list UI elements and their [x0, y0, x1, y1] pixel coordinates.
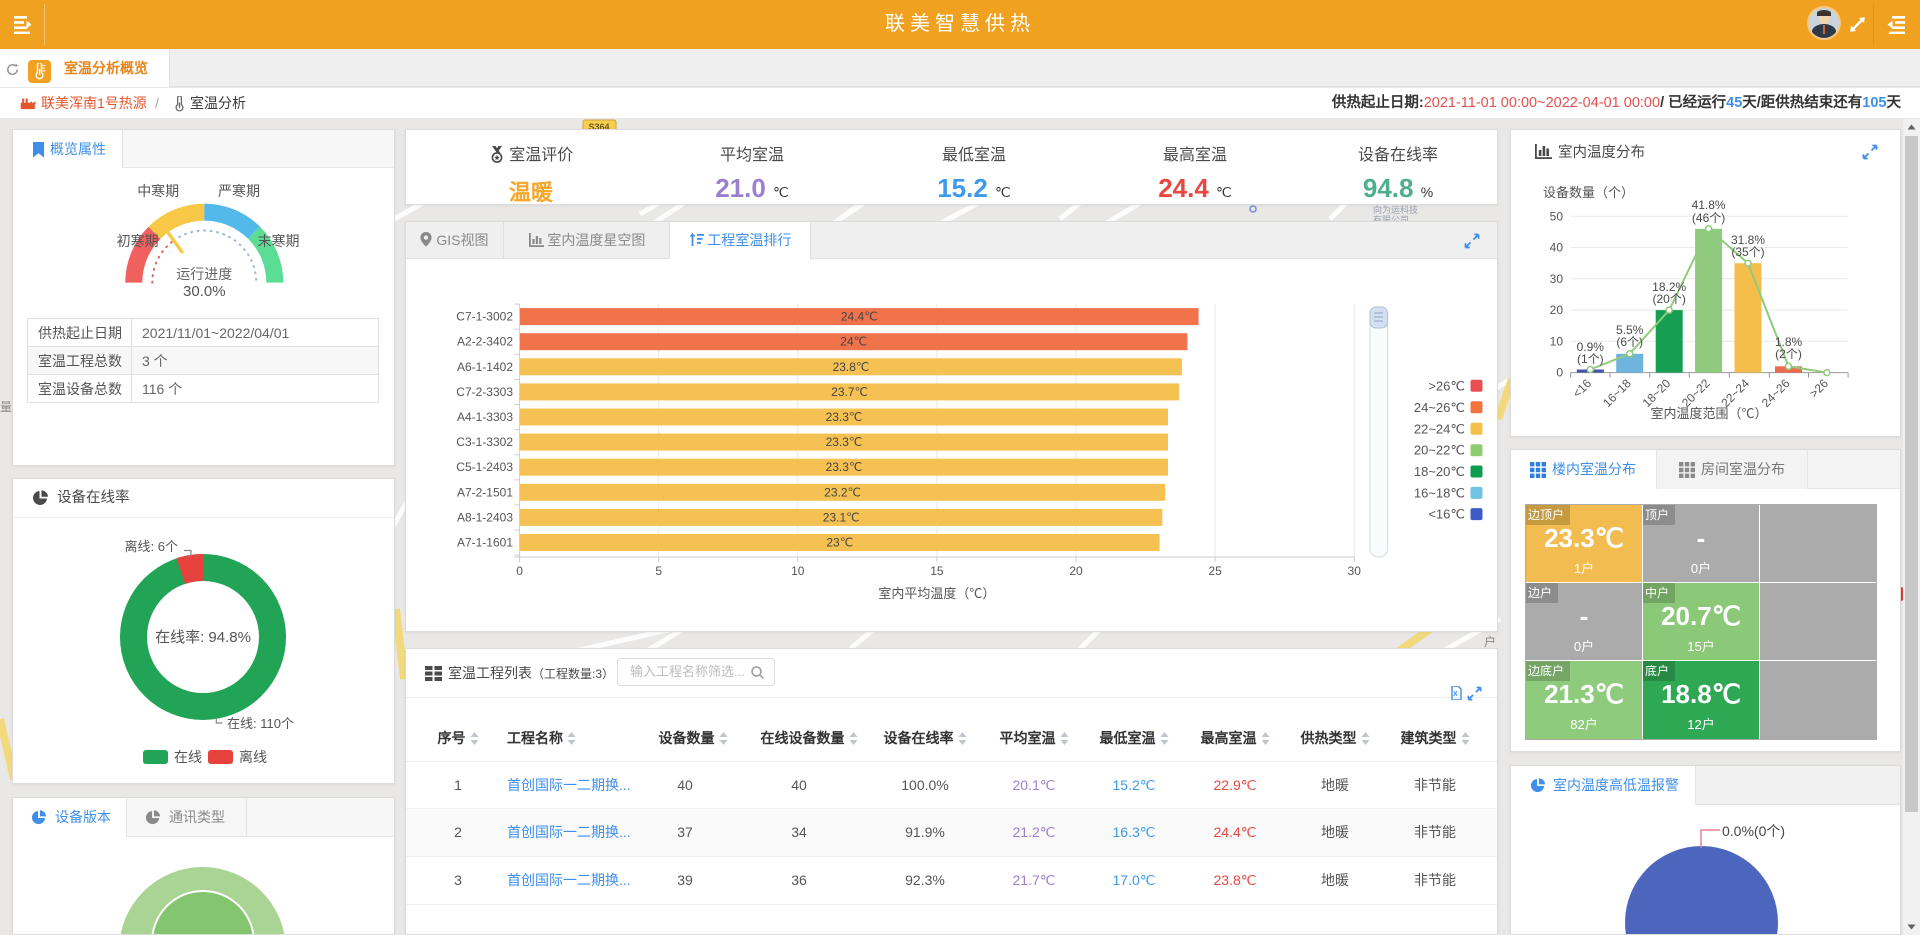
svg-text:20: 20	[1550, 303, 1564, 317]
svg-text:离线: 离线	[239, 749, 267, 765]
svg-text:A6-1-1402: A6-1-1402	[457, 360, 513, 374]
svg-text:16~18℃: 16~18℃	[1414, 485, 1465, 500]
svg-text:16~18: 16~18	[1600, 376, 1634, 410]
svg-text:(46个): (46个)	[1692, 211, 1725, 225]
svg-text:30: 30	[1348, 564, 1362, 578]
svg-text:中寒期: 中寒期	[137, 183, 179, 199]
svg-text:C3-1-3302: C3-1-3302	[456, 435, 513, 449]
svg-text:C5-1-2403: C5-1-2403	[456, 460, 513, 474]
svg-text:50: 50	[1550, 209, 1564, 223]
svg-text:24~26℃: 24~26℃	[1414, 400, 1465, 415]
svg-text:22~24: 22~24	[1718, 376, 1752, 410]
svg-text:25: 25	[1208, 564, 1222, 578]
svg-text:20: 20	[1069, 564, 1083, 578]
svg-text:户: 户	[1484, 634, 1496, 649]
svg-text:15: 15	[930, 564, 944, 578]
svg-text:>26℃: >26℃	[1428, 378, 1465, 393]
svg-text:A2-2-3402: A2-2-3402	[457, 335, 513, 349]
svg-text:严寒期: 严寒期	[218, 183, 260, 199]
svg-text:(6个): (6个)	[1616, 335, 1643, 349]
svg-text:(2个): (2个)	[1775, 347, 1802, 361]
svg-text:18~20℃: 18~20℃	[1414, 464, 1465, 479]
svg-text:22~24℃: 22~24℃	[1414, 421, 1465, 436]
svg-text:10: 10	[1550, 334, 1564, 348]
svg-text:A8-1-2403: A8-1-2403	[457, 510, 513, 524]
svg-text:末寒期: 末寒期	[258, 233, 300, 249]
svg-text:初寒期: 初寒期	[117, 233, 159, 249]
svg-text:>26: >26	[1807, 376, 1832, 401]
svg-text:(35个): (35个)	[1731, 245, 1764, 259]
svg-text:5: 5	[655, 564, 662, 578]
svg-text:30: 30	[1550, 272, 1564, 286]
svg-text:24℃: 24℃	[840, 335, 867, 349]
svg-text:向为运科技: 向为运科技	[1373, 204, 1418, 215]
svg-text:C7-1-3002: C7-1-3002	[456, 310, 513, 324]
svg-text:23.1℃: 23.1℃	[823, 510, 860, 524]
svg-text:<16℃: <16℃	[1428, 507, 1465, 522]
svg-text:(20个): (20个)	[1653, 292, 1686, 306]
svg-text:40: 40	[1550, 241, 1564, 255]
svg-text:23℃: 23℃	[826, 536, 853, 550]
svg-text:设备数量（个）: 设备数量（个）	[1543, 185, 1634, 200]
svg-text:23.2℃: 23.2℃	[824, 485, 861, 499]
svg-text:41.8%: 41.8%	[1692, 198, 1726, 212]
svg-text:A4-1-3303: A4-1-3303	[457, 410, 513, 424]
svg-text:20~22℃: 20~22℃	[1414, 443, 1465, 458]
svg-text:X: X	[1453, 691, 1458, 698]
svg-text:室内温度范围（℃）: 室内温度范围（℃）	[1650, 406, 1767, 421]
svg-text:23.7℃: 23.7℃	[831, 385, 868, 399]
svg-text:A7-1-1601: A7-1-1601	[457, 536, 513, 550]
svg-text:运行进度: 运行进度	[176, 266, 232, 282]
svg-text:在线: 在线	[174, 749, 202, 765]
svg-text:30.0%: 30.0%	[183, 283, 226, 300]
svg-text:<16: <16	[1570, 376, 1595, 401]
svg-text:23.3℃: 23.3℃	[826, 460, 863, 474]
svg-text:24.4℃: 24.4℃	[841, 310, 878, 324]
svg-text:(1个): (1个)	[1577, 352, 1604, 366]
svg-text:A7-2-1501: A7-2-1501	[457, 485, 513, 499]
svg-text:24~26: 24~26	[1759, 376, 1793, 410]
svg-text:23.3℃: 23.3℃	[826, 435, 863, 449]
svg-text:23.8℃: 23.8℃	[833, 360, 870, 374]
svg-text:离线: 6个: 离线: 6个	[125, 539, 178, 554]
svg-text:在线率: 94.8%: 在线率: 94.8%	[155, 629, 251, 646]
svg-text:23.3℃: 23.3℃	[826, 410, 863, 424]
svg-text:18~20: 18~20	[1640, 376, 1674, 410]
svg-text:在线: 110个: 在线: 110个	[227, 716, 294, 731]
svg-text:20~22: 20~22	[1679, 376, 1713, 410]
svg-text:10: 10	[791, 564, 805, 578]
svg-text:室内平均温度（℃）: 室内平均温度（℃）	[878, 586, 995, 601]
svg-text:C7-2-3303: C7-2-3303	[456, 385, 513, 399]
svg-text:0: 0	[516, 564, 523, 578]
svg-text:0: 0	[1556, 366, 1563, 380]
